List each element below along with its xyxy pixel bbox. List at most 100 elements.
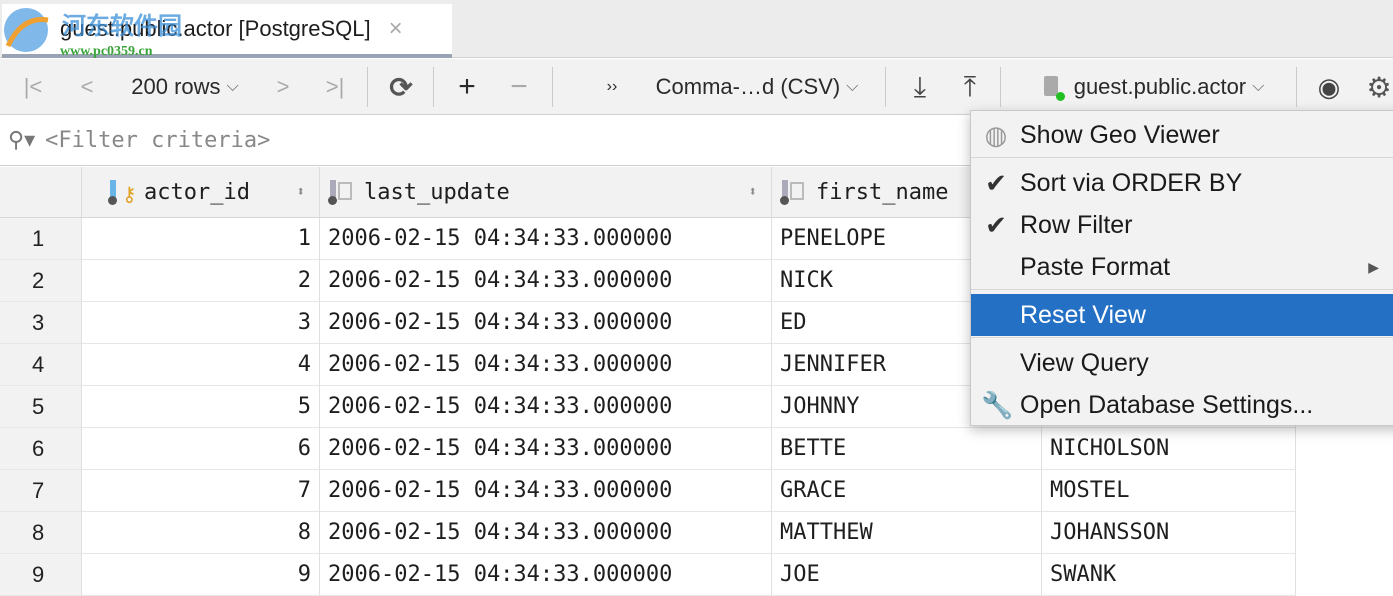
menu-item-label: Paste Format <box>1020 252 1171 281</box>
row-number-header <box>0 167 82 218</box>
row-number[interactable]: 8 <box>0 512 82 554</box>
column-header-last-update[interactable]: last_update ⬍ <box>320 167 772 218</box>
add-row-button[interactable]: + <box>450 59 484 115</box>
extractor-format-dropdown[interactable]: Comma-…d (CSV) ⌵ <box>646 59 868 115</box>
menu-item-label: Open Database Settings... <box>1020 390 1314 419</box>
toolbar: |< < 200 rows ⌵ > >| ⟳ + − ›› Comma-…d (C… <box>0 59 1393 115</box>
menu-separator <box>971 157 1393 158</box>
table-cell[interactable]: 9 <box>82 554 320 596</box>
menu-item-label: Sort via ORDER BY <box>1020 168 1243 197</box>
divider <box>885 67 886 107</box>
table-row[interactable]: 8 8 2006-02-15 04:34:33.000000 MATTHEW JOHAN… <box>0 512 1296 554</box>
submenu-arrow-icon: ▶ <box>1368 258 1379 275</box>
column-name: last_update <box>364 179 510 205</box>
table-cell[interactable]: 6 <box>82 428 320 470</box>
import-icon[interactable]: ⤒ <box>952 59 988 115</box>
row-number[interactable]: 2 <box>0 260 82 302</box>
sort-icon[interactable]: ⬍ <box>297 184 305 200</box>
menu-item-show-geo-viewer[interactable]: ◍ Show Geo Viewer <box>971 114 1393 156</box>
table-cell[interactable]: 3 <box>82 302 320 344</box>
menu-item-reset-view[interactable]: Reset View <box>971 294 1393 336</box>
table-cell[interactable]: GRACE <box>772 470 1042 512</box>
primary-key-column-icon: ⚷ <box>108 178 138 206</box>
column-name: first_name <box>816 179 949 205</box>
row-number[interactable]: 9 <box>0 554 82 596</box>
gear-icon[interactable]: ⚙ <box>1362 59 1393 115</box>
table-cell[interactable]: JOE <box>772 554 1042 596</box>
context-menu: ◍ Show Geo Viewer ✔ Sort via ORDER BY ✔ Row F… <box>970 110 1393 426</box>
row-number[interactable]: 4 <box>0 344 82 386</box>
table-cell[interactable]: NICHOLSON <box>1042 428 1296 470</box>
table-row[interactable]: 6 6 2006-02-15 04:34:33.000000 BETTE NICHOLS… <box>0 428 1296 470</box>
page-size-label: 200 rows <box>131 74 221 99</box>
column-icon <box>780 178 810 206</box>
table-cell[interactable]: 2006-02-15 04:34:33.000000 <box>320 512 772 554</box>
menu-item-label: Show Geo Viewer <box>1020 120 1220 149</box>
menu-separator <box>971 337 1393 338</box>
table-cell[interactable]: BETTE <box>772 428 1042 470</box>
menu-item-sort-via-order-by[interactable]: ✔ Sort via ORDER BY <box>971 162 1393 204</box>
export-icon[interactable]: ⤓ <box>902 59 938 115</box>
divider <box>433 67 434 107</box>
divider <box>1296 67 1297 107</box>
datasource-label: guest.public.actor <box>1073 74 1247 99</box>
table-cell[interactable]: 7 <box>82 470 320 512</box>
prev-page-button[interactable]: < <box>72 59 102 115</box>
table-cell[interactable]: JOHANSSON <box>1042 512 1296 554</box>
menu-item-open-database-settings[interactable]: 🔧 Open Database Settings... <box>971 384 1393 426</box>
table-cell[interactable]: MOSTEL <box>1042 470 1296 512</box>
watermark-text: 河东软件园 <box>62 14 182 40</box>
tab-bar: guest.public.actor [PostgreSQL] × 河东软件园 … <box>0 0 1393 59</box>
check-icon: ✔ <box>985 167 1007 198</box>
wrench-icon: 🔧 <box>981 389 1014 420</box>
row-number[interactable]: 6 <box>0 428 82 470</box>
row-number[interactable]: 7 <box>0 470 82 512</box>
page-size-dropdown[interactable]: 200 rows ⌵ <box>118 59 252 115</box>
more-icon[interactable]: ›› <box>598 59 626 115</box>
table-cell[interactable]: 2006-02-15 04:34:33.000000 <box>320 344 772 386</box>
table-cell[interactable]: 4 <box>82 344 320 386</box>
table-cell[interactable]: 5 <box>82 386 320 428</box>
table-cell[interactable]: 2006-02-15 04:34:33.000000 <box>320 260 772 302</box>
table-cell[interactable]: MATTHEW <box>772 512 1042 554</box>
delete-row-button[interactable]: − <box>502 59 536 115</box>
last-page-button[interactable]: >| <box>318 59 352 115</box>
format-label: Comma-…d (CSV) <box>655 74 841 99</box>
table-cell[interactable]: SWANK <box>1042 554 1296 596</box>
menu-separator <box>971 289 1393 290</box>
column-name: actor_id <box>144 179 250 205</box>
menu-item-row-filter[interactable]: ✔ Row Filter <box>971 204 1393 246</box>
table-cell[interactable]: 2006-02-15 04:34:33.000000 <box>320 218 772 260</box>
view-icon[interactable]: ◉ <box>1312 59 1346 115</box>
column-header-actor-id[interactable]: ⚷ actor_id ⬍ <box>82 167 320 218</box>
table-cell[interactable]: 2006-02-15 04:34:33.000000 <box>320 554 772 596</box>
datasource-dropdown[interactable]: guest.public.actor ⌵ <box>1024 59 1280 115</box>
check-icon: ✔ <box>985 209 1007 240</box>
row-number[interactable]: 1 <box>0 218 82 260</box>
filter-input[interactable]: <Filter criteria> <box>45 128 270 153</box>
refresh-icon[interactable]: ⟳ <box>382 59 420 115</box>
next-page-button[interactable]: > <box>268 59 298 115</box>
divider <box>552 67 553 107</box>
watermark-url: www.pc0359.cn <box>60 44 153 59</box>
table-cell[interactable]: 1 <box>82 218 320 260</box>
datasource-icon <box>1040 74 1066 101</box>
sort-icon[interactable]: ⬍ <box>749 184 757 200</box>
close-icon[interactable]: × <box>389 15 403 43</box>
row-number[interactable]: 5 <box>0 386 82 428</box>
table-cell[interactable]: 2006-02-15 04:34:33.000000 <box>320 470 772 512</box>
menu-item-label: Row Filter <box>1020 210 1133 239</box>
menu-item-view-query[interactable]: View Query <box>971 342 1393 384</box>
first-page-button[interactable]: |< <box>18 59 48 115</box>
menu-item-paste-format[interactable]: Paste Format ▶ <box>971 246 1393 288</box>
table-cell[interactable]: 2006-02-15 04:34:33.000000 <box>320 386 772 428</box>
table-row[interactable]: 9 9 2006-02-15 04:34:33.000000 JOE SWANK <box>0 554 1296 596</box>
table-cell[interactable]: 2006-02-15 04:34:33.000000 <box>320 302 772 344</box>
table-cell[interactable]: 2 <box>82 260 320 302</box>
table-row[interactable]: 7 7 2006-02-15 04:34:33.000000 GRACE MOSTEL <box>0 470 1296 512</box>
table-cell[interactable]: 2006-02-15 04:34:33.000000 <box>320 428 772 470</box>
table-cell[interactable]: 8 <box>82 512 320 554</box>
menu-item-label: Reset View <box>1020 300 1146 329</box>
divider <box>1000 67 1001 107</box>
row-number[interactable]: 3 <box>0 302 82 344</box>
